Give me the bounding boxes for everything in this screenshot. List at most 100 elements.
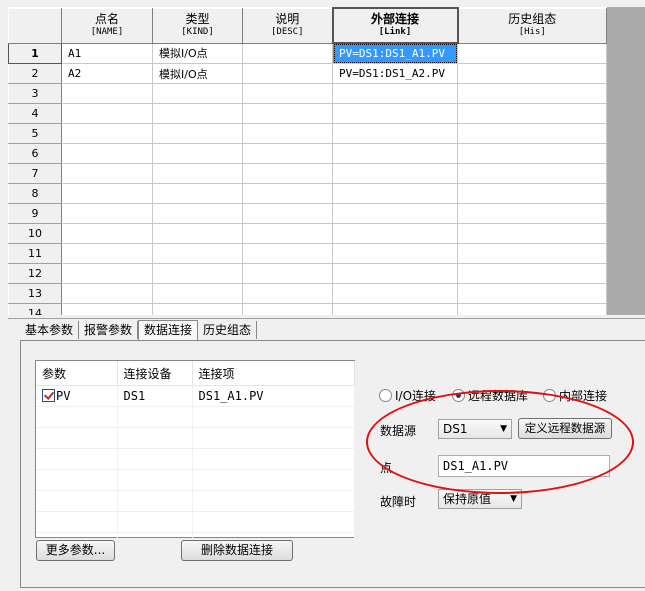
cell-his[interactable] — [457, 123, 607, 144]
row-header[interactable]: 10 — [8, 223, 62, 244]
cell-desc[interactable] — [242, 243, 333, 264]
column-header-link[interactable]: 外部连接 [Link] — [331, 7, 459, 44]
cell-name[interactable] — [61, 243, 153, 264]
cell-link[interactable] — [332, 183, 458, 204]
cell-name[interactable] — [61, 123, 153, 144]
radio-remote-db[interactable]: 远程数据库 — [452, 387, 528, 404]
cell-kind[interactable] — [152, 143, 243, 164]
cell-his[interactable] — [457, 143, 607, 164]
cell-his[interactable] — [457, 183, 607, 204]
tab-history[interactable]: 历史组态 — [198, 321, 258, 339]
cell-name[interactable] — [61, 303, 153, 315]
cell-name[interactable] — [61, 223, 153, 244]
cell-link[interactable]: PV=DS1:DS1_A1.PV — [332, 43, 458, 64]
row-header[interactable]: 14 — [8, 303, 62, 315]
param-header[interactable]: 参数 — [36, 361, 118, 386]
cell-link[interactable] — [332, 283, 458, 304]
row-header[interactable]: 7 — [8, 163, 62, 184]
cell-his[interactable] — [457, 43, 607, 64]
cell-desc[interactable] — [242, 303, 333, 315]
row-header[interactable]: 3 — [8, 83, 62, 104]
cell-desc[interactable] — [242, 183, 333, 204]
cell-desc[interactable] — [242, 103, 333, 124]
cell-kind[interactable] — [152, 303, 243, 315]
cell-kind[interactable]: 模拟I/O点 — [152, 43, 243, 64]
cell-link[interactable] — [332, 223, 458, 244]
cell-his[interactable] — [457, 163, 607, 184]
cell-name[interactable] — [61, 263, 153, 284]
cell-desc[interactable] — [242, 63, 333, 84]
table-row[interactable]: 5 — [8, 123, 607, 144]
cell-desc[interactable] — [242, 163, 333, 184]
table-row[interactable]: 3 — [8, 83, 607, 104]
cell-kind[interactable] — [152, 183, 243, 204]
column-header-his[interactable]: 历史组态 [His] — [457, 7, 607, 44]
table-row[interactable]: 7 — [8, 163, 607, 184]
tab-alarm-params[interactable]: 报警参数 — [79, 321, 139, 339]
table-row[interactable]: 6 — [8, 143, 607, 164]
table-row[interactable]: 4 — [8, 103, 607, 124]
cell-name[interactable]: A2 — [61, 63, 153, 84]
cell-link[interactable]: PV=DS1:DS1_A2.PV — [332, 63, 458, 84]
cell-his[interactable] — [457, 243, 607, 264]
cell-kind[interactable] — [152, 243, 243, 264]
cell-desc[interactable] — [242, 123, 333, 144]
more-params-button[interactable]: 更多参数... — [36, 540, 115, 561]
column-header-kind[interactable]: 类型 [KIND] — [152, 7, 243, 44]
row-header[interactable]: 12 — [8, 263, 62, 284]
cell-kind[interactable]: 模拟I/O点 — [152, 63, 243, 84]
cell-kind[interactable] — [152, 263, 243, 284]
column-header-name[interactable]: 点名 [NAME] — [61, 7, 153, 44]
cell-desc[interactable] — [242, 83, 333, 104]
device-header[interactable]: 连接设备 — [117, 361, 193, 386]
cell-name[interactable]: A1 — [61, 43, 153, 64]
row-header[interactable]: 11 — [8, 243, 62, 264]
cell-desc[interactable] — [242, 263, 333, 284]
cell-link[interactable] — [332, 243, 458, 264]
row-header[interactable]: 9 — [8, 203, 62, 224]
row-header[interactable]: 8 — [8, 183, 62, 204]
tab-data-link[interactable]: 数据连接 — [138, 320, 199, 341]
table-row[interactable]: 1 A1 模拟I/O点 PV=DS1:DS1_A1.PV — [8, 42, 607, 64]
cell-link[interactable] — [332, 123, 458, 144]
cell-name[interactable] — [61, 103, 153, 124]
cell-his[interactable] — [457, 203, 607, 224]
radio-internal-link[interactable]: 内部连接 — [543, 387, 607, 404]
tab-basic-params[interactable]: 基本参数 — [20, 321, 80, 339]
point-input[interactable]: DS1_A1.PV — [438, 455, 610, 477]
parameter-list[interactable]: 参数 连接设备 连接项 PV DS1 DS1_A1.PV — [35, 360, 355, 554]
cell-desc[interactable] — [242, 223, 333, 244]
table-row[interactable]: 14 — [8, 303, 607, 315]
cell-his[interactable] — [457, 83, 607, 104]
cell-name[interactable] — [61, 83, 153, 104]
define-remote-source-button[interactable]: 定义远程数据源 — [518, 418, 612, 439]
cell-name[interactable] — [61, 183, 153, 204]
cell-his[interactable] — [457, 223, 607, 244]
cell-link[interactable] — [332, 143, 458, 164]
cell-kind[interactable] — [152, 123, 243, 144]
cell-link[interactable] — [332, 163, 458, 184]
list-item[interactable]: PV DS1 DS1_A1.PV — [36, 385, 355, 407]
cell-desc[interactable] — [242, 283, 333, 304]
cell-his[interactable] — [457, 283, 607, 304]
row-header[interactable]: 2 — [8, 63, 62, 84]
cell-kind[interactable] — [152, 203, 243, 224]
cell-desc[interactable] — [242, 203, 333, 224]
row-header[interactable]: 6 — [8, 143, 62, 164]
cell-his[interactable] — [457, 303, 607, 315]
checkbox-icon[interactable] — [42, 389, 55, 402]
cell-his[interactable] — [457, 103, 607, 124]
row-header[interactable]: 13 — [8, 283, 62, 304]
cell-link[interactable] — [332, 263, 458, 284]
cell-desc[interactable] — [242, 143, 333, 164]
cell-kind[interactable] — [152, 283, 243, 304]
grid-corner[interactable] — [8, 7, 62, 44]
table-row[interactable]: 12 — [8, 263, 607, 284]
cell-name[interactable] — [61, 283, 153, 304]
cell-desc[interactable] — [242, 43, 333, 64]
source-select[interactable]: DS1 ▼ — [438, 419, 512, 439]
delete-link-button[interactable]: 删除数据连接 — [181, 540, 293, 561]
cell-kind[interactable] — [152, 223, 243, 244]
cell-his[interactable] — [457, 63, 607, 84]
table-row[interactable]: 13 — [8, 283, 607, 304]
